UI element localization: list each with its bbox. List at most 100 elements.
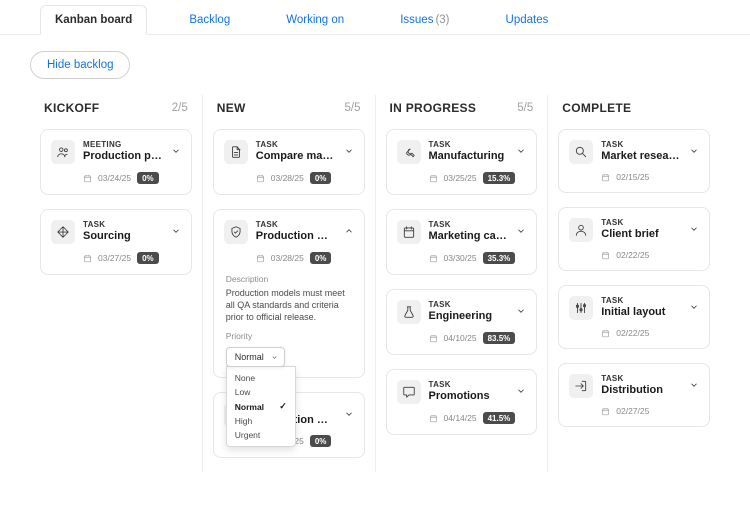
card-date: 04/10/25 — [444, 333, 477, 343]
kanban-card[interactable]: TASK Promotions 04/14/25 41.5% — [386, 369, 538, 435]
column-count: 5/5 — [517, 102, 533, 114]
priority-option[interactable]: Low — [227, 385, 295, 399]
priority-option[interactable]: None — [227, 371, 295, 385]
expand-toggle[interactable] — [689, 146, 699, 159]
kanban-card[interactable]: TASK Compare marketing trends 03/28/25 0… — [213, 129, 365, 195]
issues-count: (3) — [435, 14, 449, 26]
card-title: Engineering — [429, 310, 509, 323]
progress-badge: 0% — [310, 435, 332, 447]
card-title: Marketing campaign — [429, 230, 509, 243]
card-title: Manufacturing — [429, 150, 509, 163]
kanban-card[interactable]: TASK Production QA review 03/28/25 0% De… — [213, 209, 365, 378]
users-icon — [51, 140, 75, 164]
progress-badge: 15.3% — [483, 172, 516, 184]
expand-toggle[interactable] — [171, 146, 181, 159]
card-date: 02/15/25 — [616, 172, 649, 182]
priority-label: Priority — [226, 331, 352, 341]
tab-issues[interactable]: Issues(3) — [386, 6, 463, 34]
progress-badge: 35.3% — [483, 252, 516, 264]
progress-badge: 0% — [137, 252, 159, 264]
calendar-icon — [397, 220, 421, 244]
calendar-icon — [83, 254, 92, 263]
check-icon: ✓ — [279, 401, 287, 412]
column-title: COMPLETE — [562, 101, 631, 115]
tab-backlog[interactable]: Backlog — [175, 6, 244, 34]
column-count: 5/5 — [345, 102, 361, 114]
file-icon — [224, 140, 248, 164]
hide-backlog-button[interactable]: Hide backlog — [30, 51, 130, 79]
card-date: 03/24/25 — [98, 173, 131, 183]
expand-toggle[interactable] — [516, 306, 526, 319]
card-title: Client brief — [601, 228, 681, 241]
kanban-card[interactable]: TASK Client brief 02/22/25 — [558, 207, 710, 271]
tab-kanban[interactable]: Kanban board — [40, 5, 147, 35]
kanban-card[interactable]: TASK Initial layout 02/22/25 — [558, 285, 710, 349]
calendar-icon — [601, 251, 610, 260]
calendar-icon — [429, 414, 438, 423]
kanban-card[interactable]: TASK Manufacturing 03/25/25 15.3% — [386, 129, 538, 195]
priority-dropdown: NoneLowNormal✓HighUrgent — [226, 366, 296, 447]
kanban-card[interactable]: TASK Distribution 02/27/25 — [558, 363, 710, 427]
column-complete: COMPLETE TASK Market research 02/15/25 T… — [547, 95, 720, 472]
card-title: Market research — [601, 150, 681, 163]
card-type: TASK — [429, 380, 509, 389]
exit-icon — [569, 374, 593, 398]
priority-option[interactable]: Urgent — [227, 428, 295, 442]
expand-toggle[interactable] — [516, 386, 526, 399]
kanban-board: KICKOFF 2/5 MEETING Production planning … — [0, 95, 750, 502]
expand-toggle[interactable] — [689, 224, 699, 237]
person-icon — [569, 218, 593, 242]
card-date: 02/22/25 — [616, 250, 649, 260]
column-title: IN PROGRESS — [390, 101, 477, 115]
expand-toggle[interactable] — [344, 226, 354, 239]
expand-toggle[interactable] — [689, 380, 699, 393]
kanban-card[interactable]: TASK Market research 02/15/25 — [558, 129, 710, 193]
progress-badge: 0% — [310, 252, 332, 264]
expand-toggle[interactable] — [171, 226, 181, 239]
priority-option[interactable]: High — [227, 414, 295, 428]
column-new: NEW 5/5 TASK Compare marketing trends 03… — [202, 95, 375, 472]
calendar-icon — [83, 174, 92, 183]
kanban-card[interactable]: TASK Sourcing 03/27/25 0% — [40, 209, 192, 275]
priority-select[interactable]: Normal — [226, 347, 285, 367]
card-type: TASK — [601, 218, 681, 227]
card-date: 03/27/25 — [98, 253, 131, 263]
calendar-icon — [601, 173, 610, 182]
card-type: TASK — [429, 220, 509, 229]
card-type: TASK — [83, 220, 163, 229]
card-type: TASK — [601, 374, 681, 383]
card-date: 03/25/25 — [444, 173, 477, 183]
expand-toggle[interactable] — [516, 226, 526, 239]
progress-badge: 41.5% — [483, 412, 516, 424]
kanban-card[interactable]: MEETING Production planning 03/24/25 0% — [40, 129, 192, 195]
expand-toggle[interactable] — [344, 409, 354, 422]
priority-option[interactable]: Normal✓ — [227, 399, 295, 414]
calendar-icon — [256, 254, 265, 263]
progress-badge: 83.5% — [483, 332, 516, 344]
card-title: Promotions — [429, 390, 509, 403]
tab-bar: Kanban board Backlog Working on Issues(3… — [0, 0, 750, 35]
card-title: Production QA review — [256, 230, 336, 243]
expand-toggle[interactable] — [344, 146, 354, 159]
expand-toggle[interactable] — [689, 302, 699, 315]
card-date: 03/28/25 — [271, 173, 304, 183]
card-type: TASK — [601, 140, 681, 149]
kanban-card[interactable]: TASK Engineering 04/10/25 83.5% — [386, 289, 538, 355]
kanban-card[interactable]: TASK Marketing campaign 03/30/25 35.3% — [386, 209, 538, 275]
tab-updates[interactable]: Updates — [492, 6, 563, 34]
card-title: Production planning — [83, 150, 163, 163]
column-title: KICKOFF — [44, 101, 99, 115]
expand-toggle[interactable] — [516, 146, 526, 159]
card-date: 03/30/25 — [444, 253, 477, 263]
move-icon — [51, 220, 75, 244]
card-type: MEETING — [83, 140, 163, 149]
card-type: TASK — [601, 296, 681, 305]
card-type: TASK — [429, 140, 509, 149]
chat-icon — [397, 380, 421, 404]
tab-working-on[interactable]: Working on — [272, 6, 358, 34]
column-progress: IN PROGRESS 5/5 TASK Manufacturing 03/25… — [375, 95, 548, 472]
card-title: Distribution — [601, 384, 681, 397]
check-shield-icon — [224, 220, 248, 244]
progress-badge: 0% — [310, 172, 332, 184]
card-date: 02/27/25 — [616, 406, 649, 416]
